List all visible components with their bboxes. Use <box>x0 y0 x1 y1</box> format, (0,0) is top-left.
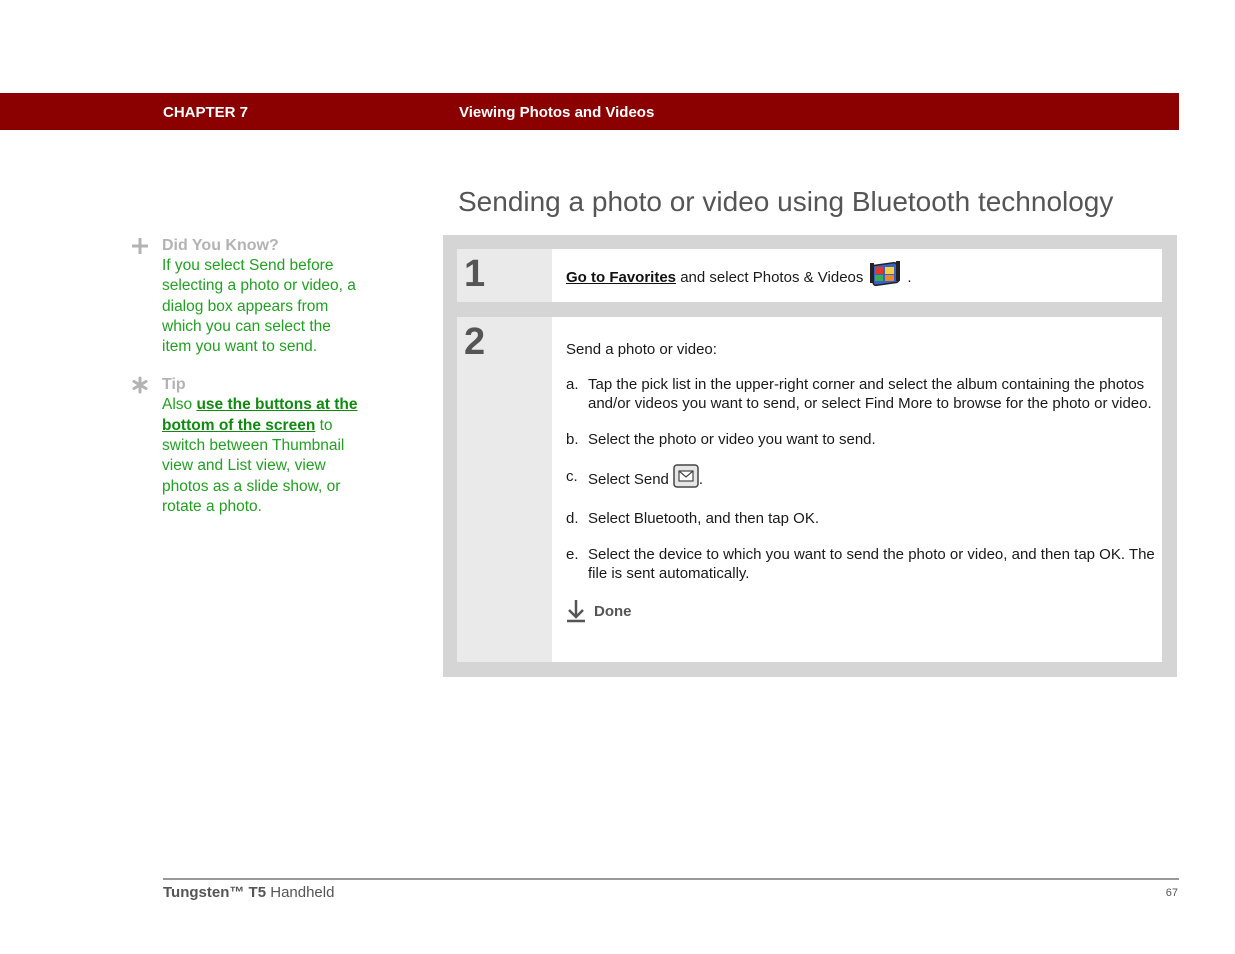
substep-c: c. Select Send . <box>566 463 1156 492</box>
substep-letter: e. <box>566 546 579 563</box>
done-label: Done <box>594 602 632 620</box>
footer-brand: Tungsten™ T5 <box>163 884 267 901</box>
substep-letter: a. <box>566 376 579 393</box>
step-2-intro: Send a photo or video: <box>566 341 717 358</box>
tip-block: Tip Also use the buttons at the bottom o… <box>131 375 361 517</box>
tip-text: Also use the buttons at the bottom of th… <box>162 395 361 517</box>
step-body: Send a photo or video: a. Tap the pick l… <box>552 317 1162 662</box>
did-you-know-block: Did You Know? If you select Send before … <box>131 236 361 357</box>
go-to-favorites-link[interactable]: Go to Favorites <box>566 269 676 286</box>
step-number-cell: 1 <box>457 249 552 302</box>
substep-text: Select the device to which you want to s… <box>588 546 1155 582</box>
chapter-title: Viewing Photos and Videos <box>459 104 655 121</box>
substep-text: Tap the pick list in the upper-right cor… <box>588 376 1152 412</box>
substep-b: b. Select the photo or video you want to… <box>566 431 1156 450</box>
substep-text: Select Bluetooth, and then tap OK. <box>588 509 819 527</box>
step-1-end: . <box>907 268 912 286</box>
send-icon <box>673 463 699 488</box>
substep-a: a. Tap the pick list in the upper-right … <box>566 376 1156 413</box>
page-number: 67 <box>1165 887 1178 899</box>
step-body: Go to Favorites and select Photos & Vide… <box>552 249 1162 302</box>
step-1-text: and select Photos & Videos <box>676 268 864 286</box>
substep-e: e. Select the device to which you want t… <box>566 546 1156 583</box>
footer-divider <box>163 878 1179 880</box>
asterisk-icon <box>132 376 148 394</box>
done-arrow-icon <box>567 600 585 623</box>
step-number: 2 <box>464 321 486 363</box>
substep-letter: c. <box>566 467 578 485</box>
footer-product-name: Handheld <box>266 884 335 901</box>
select-send-text: Select Send <box>588 470 669 488</box>
steps-panel: 1 Go to Favorites and select Photos & Vi… <box>443 235 1177 677</box>
substep-text: Select Send . <box>588 463 1156 492</box>
manual-page: CHAPTER 7 Viewing Photos and Videos Send… <box>0 0 1235 954</box>
sidebar: Did You Know? If you select Send before … <box>131 236 361 517</box>
did-you-know-text: If you select Send before selecting a ph… <box>162 257 356 356</box>
done-marker: Done <box>566 599 1156 623</box>
page-title: Sending a photo or video using Bluetooth… <box>458 186 1114 217</box>
step-1-content: Go to Favorites and select Photos & Vide… <box>566 261 912 291</box>
chapter-label: CHAPTER 7 <box>163 104 249 121</box>
substep-letter: b. <box>566 431 579 448</box>
step-2-content: Send a photo or video: a. Tap the pick l… <box>566 341 1156 623</box>
did-you-know-heading: Did You Know? <box>162 237 279 254</box>
tip-text-before: Also <box>162 396 197 414</box>
plus-icon <box>132 238 148 254</box>
tip-heading: Tip <box>162 376 186 394</box>
select-send-end: . <box>698 470 704 488</box>
photos-videos-icon <box>870 261 901 287</box>
step-number: 1 <box>464 253 486 295</box>
substep-text: Select the photo or video you want to se… <box>588 431 876 448</box>
chapter-header: CHAPTER 7 Viewing Photos and Videos <box>0 93 1179 130</box>
step-number-cell: 2 <box>457 317 552 662</box>
step-1: 1 Go to Favorites and select Photos & Vi… <box>457 249 1162 302</box>
substep-letter: d. <box>566 509 579 527</box>
substep-d: d. Select Bluetooth, and then tap OK. <box>566 510 1156 529</box>
footer-product: Tungsten™ T5 Handheld <box>163 884 334 901</box>
step-2: 2 Send a photo or video: a. Tap the pick… <box>457 317 1162 662</box>
